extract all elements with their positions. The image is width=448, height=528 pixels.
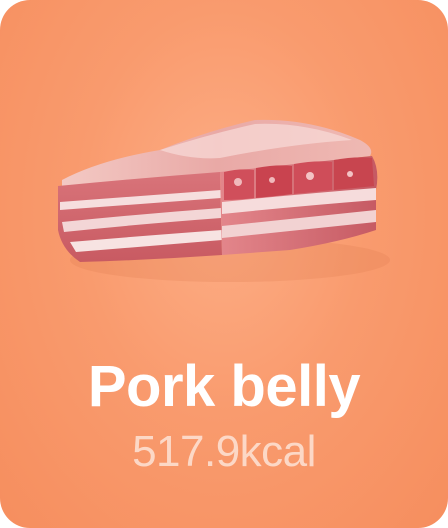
food-name: Pork belly	[87, 354, 361, 419]
food-card[interactable]: Pork belly 517.9kcal	[0, 0, 448, 528]
food-calories: 517.9kcal	[132, 427, 316, 476]
pork-belly-image	[40, 110, 408, 300]
